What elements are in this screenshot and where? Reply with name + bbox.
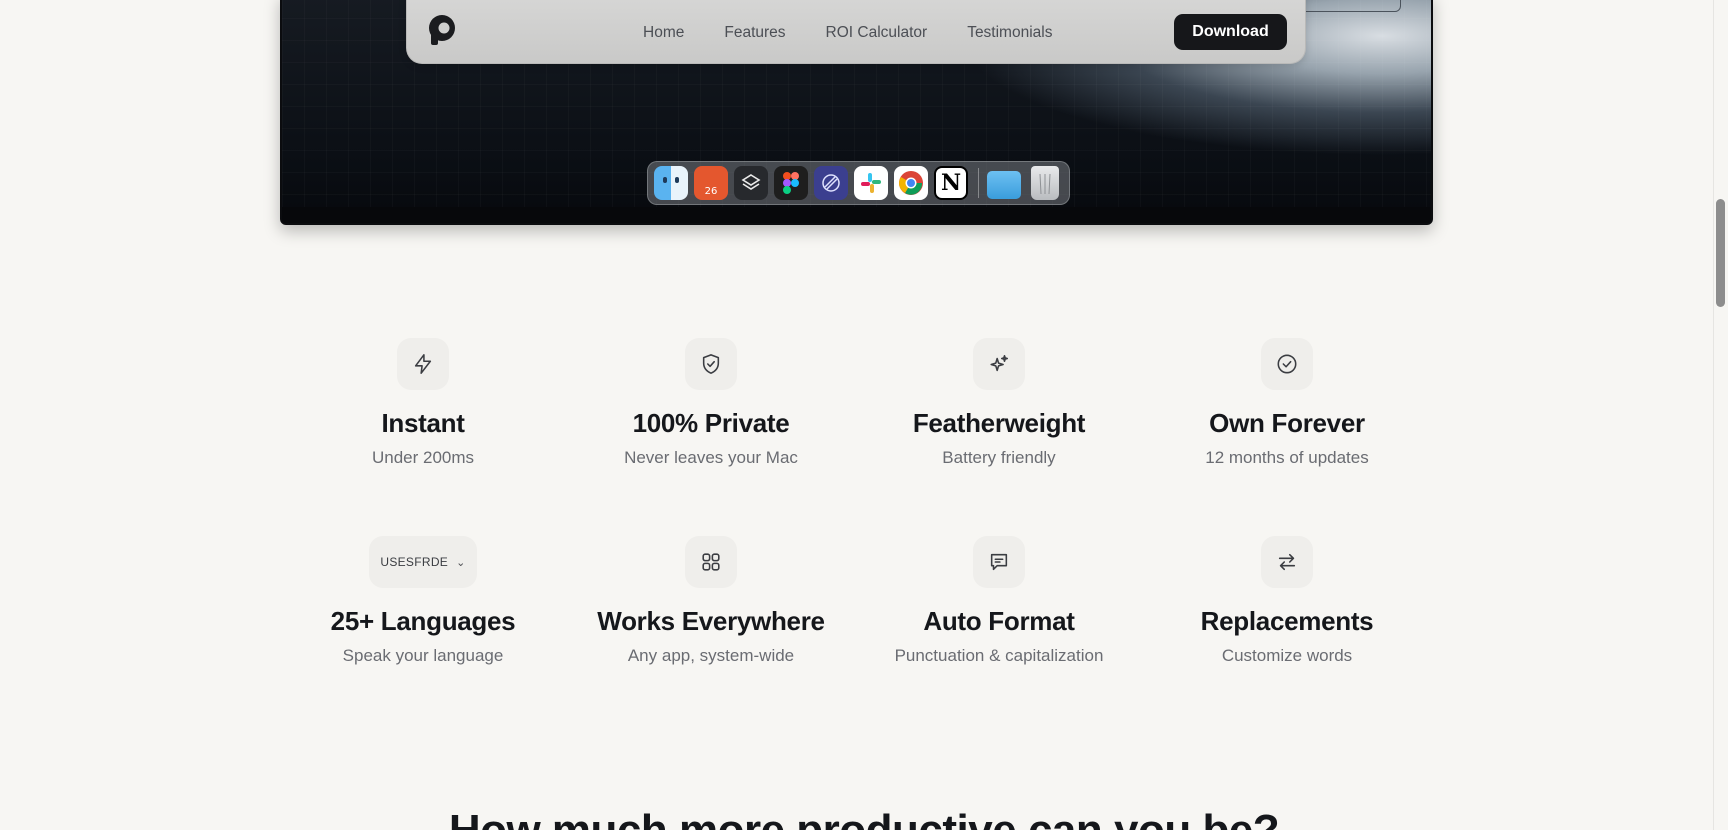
feature-featherweight: Featherweight Battery friendly (855, 338, 1143, 468)
feature-subtitle: Never leaves your Mac (624, 448, 798, 467)
grid-icon (685, 536, 737, 588)
feature-subtitle: Battery friendly (942, 448, 1056, 467)
feature-title: Auto Format (923, 606, 1075, 636)
feature-languages: USESFRDE ⌄ 25+ Languages Speak your lang… (279, 536, 567, 666)
message-icon (973, 536, 1025, 588)
section-heading: How much more productive can you be? (0, 806, 1728, 830)
feature-own-forever: Own Forever 12 months of updates (1143, 338, 1431, 468)
feature-title: Featherweight (912, 408, 1086, 438)
feature-private: 100% Private Never leaves your Mac (567, 338, 855, 468)
sparkles-icon (973, 338, 1025, 390)
check-circle-icon (1261, 338, 1313, 390)
feature-instant: Instant Under 200ms (279, 338, 567, 468)
language-selector[interactable]: USESFRDE ⌄ (369, 536, 477, 588)
feature-subtitle: Customize words (1221, 646, 1353, 665)
lightning-icon (397, 338, 449, 390)
feature-subtitle: 12 months of updates (1205, 448, 1369, 467)
feature-title: Instant (381, 408, 465, 438)
feature-subtitle: Any app, system-wide (627, 646, 795, 665)
feature-title: Works Everywhere (597, 606, 825, 636)
feature-title: Own Forever (1209, 408, 1365, 438)
feature-subtitle: Under 200ms (371, 448, 475, 467)
feature-subtitle: Speak your language (342, 646, 504, 665)
feature-title: 100% Private (632, 408, 790, 438)
shield-check-icon (685, 338, 737, 390)
feature-replacements: Replacements Customize words (1143, 536, 1431, 666)
feature-subtitle: Punctuation & capitalization (894, 646, 1104, 665)
feature-works-everywhere: Works Everywhere Any app, system-wide (567, 536, 855, 666)
language-codes: USESFRDE (380, 555, 449, 569)
features-section: Instant Under 200ms 100% Private Never l… (0, 0, 1728, 830)
page-scrollbar[interactable] (1713, 0, 1728, 830)
feature-title: Replacements (1200, 606, 1374, 636)
arrows-swap-icon (1261, 536, 1313, 588)
scrollbar-thumb[interactable] (1716, 199, 1725, 307)
feature-title: 25+ Languages (330, 606, 516, 636)
chevron-down-icon: ⌄ (456, 556, 466, 569)
feature-auto-format: Auto Format Punctuation & capitalization (855, 536, 1143, 666)
